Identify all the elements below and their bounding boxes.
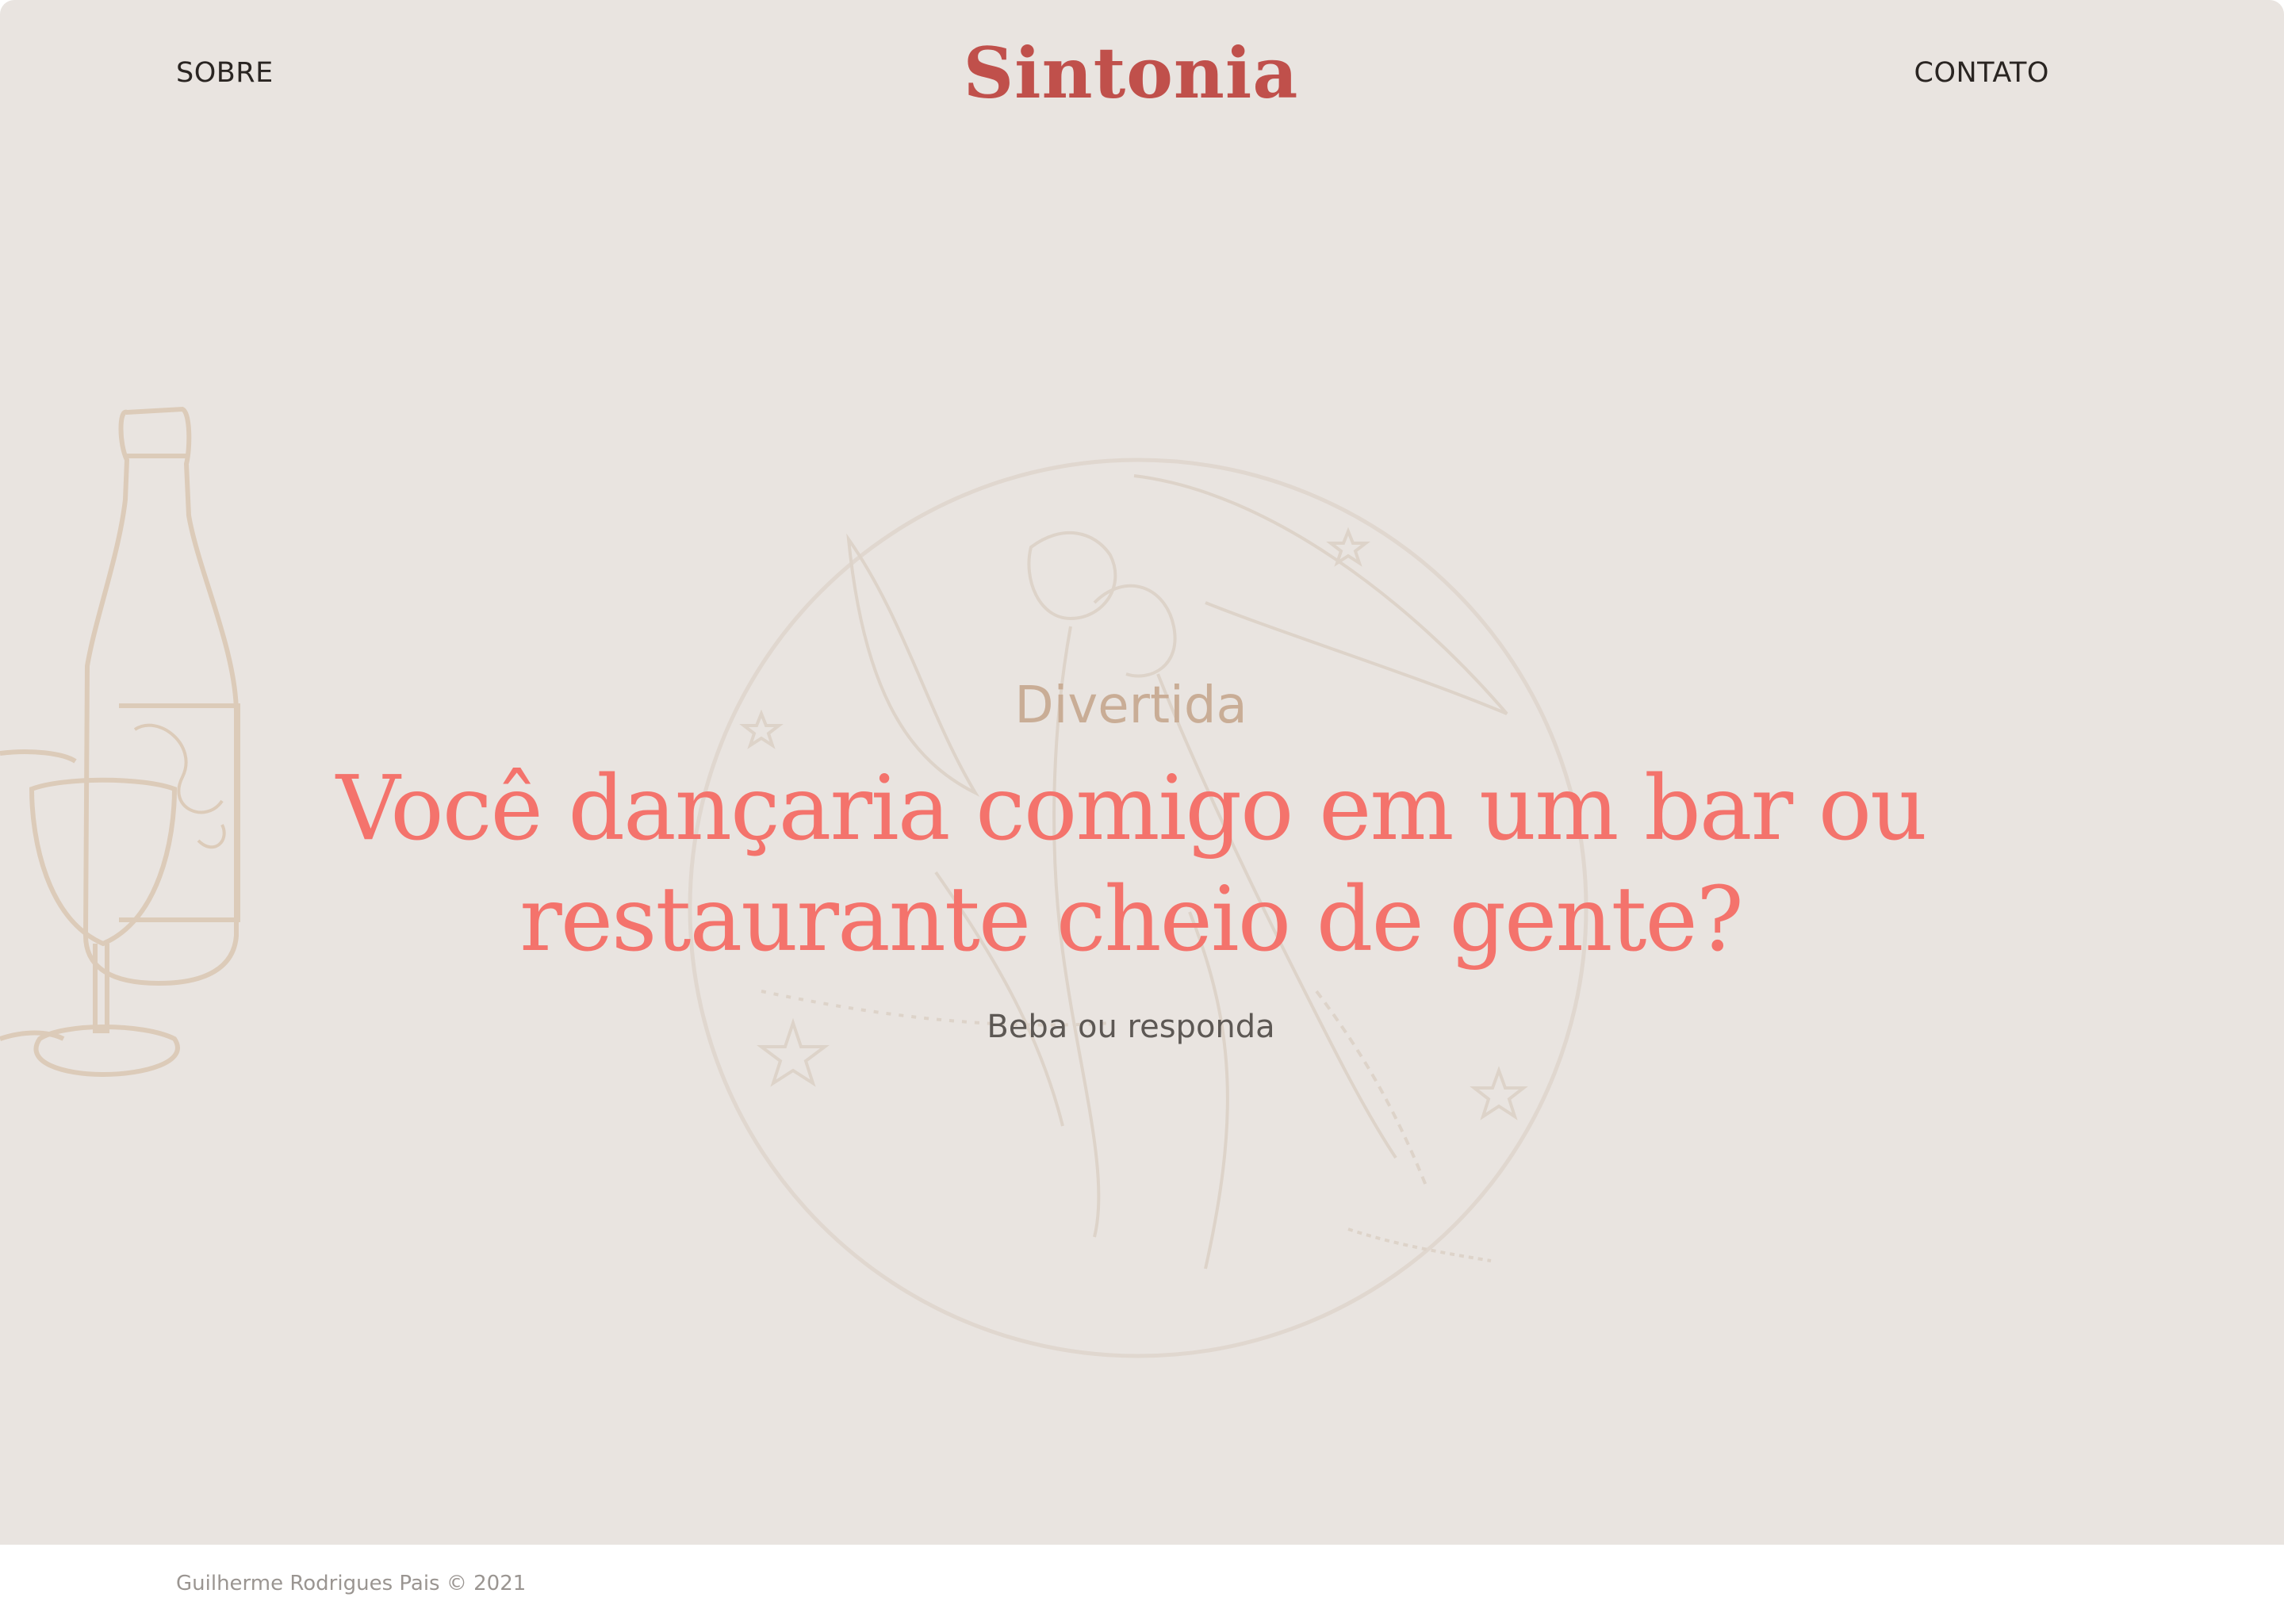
footer-credit: Guilherme Rodrigues Pais © 2021 bbox=[176, 1572, 527, 1595]
question-text: Você dançaria comigo em um bar ou restau… bbox=[335, 757, 1928, 971]
page: SOBRE Sintonia CONTATO Divertida Você da… bbox=[0, 0, 2284, 1624]
nav-contact-link[interactable]: CONTATO bbox=[1914, 57, 2050, 89]
question-category: Divertida bbox=[1014, 676, 1247, 735]
hero-section: SOBRE Sintonia CONTATO Divertida Você da… bbox=[0, 0, 2284, 1545]
question-hint: Beba ou responda bbox=[987, 1009, 1275, 1045]
question-card: Divertida Você dançaria comigo em um bar… bbox=[0, 674, 2262, 1047]
